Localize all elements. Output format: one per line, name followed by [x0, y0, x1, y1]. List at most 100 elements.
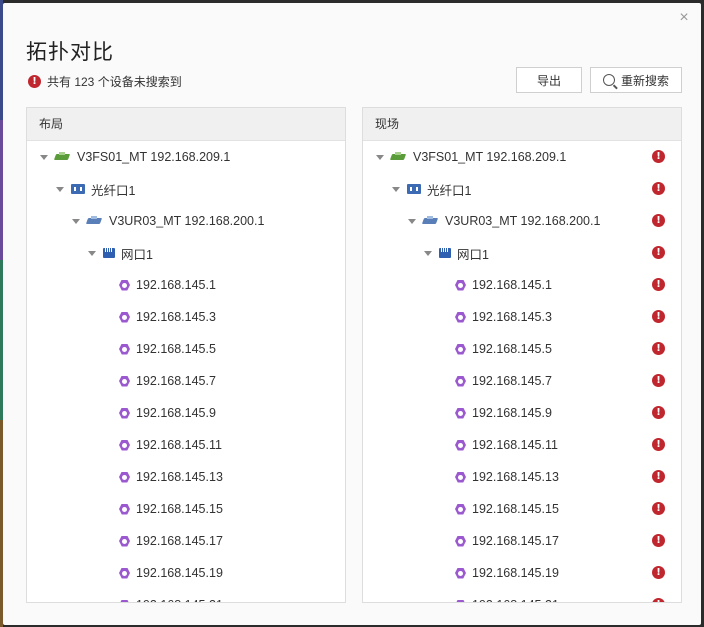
expand-caret-icon[interactable]: [87, 248, 97, 258]
tree-node-label: 192.168.145.5: [136, 342, 216, 356]
tree-node[interactable]: 192.168.145.13: [27, 461, 345, 493]
tree-node-label: 192.168.145.11: [136, 438, 222, 452]
tree-node[interactable]: 192.168.145.17: [27, 525, 345, 557]
tree-node[interactable]: 网口1: [27, 237, 345, 269]
expand-caret-icon[interactable]: [375, 152, 385, 162]
tree-node[interactable]: 192.168.145.9: [27, 397, 345, 429]
tree-node[interactable]: 192.168.145.1!: [363, 269, 681, 301]
not-found-error-icon: !: [652, 182, 665, 195]
layout-tree[interactable]: V3FS01_MT 192.168.209.1 光纤口1 V3UR03_MT 192…: [27, 141, 345, 602]
search-icon: [602, 74, 615, 86]
tree-node-label: 192.168.145.7: [472, 374, 552, 388]
tree-node[interactable]: V3FS01_MT 192.168.209.1: [27, 141, 345, 173]
expand-caret-icon[interactable]: [55, 184, 65, 194]
tree-node[interactable]: 网口1!: [363, 237, 681, 269]
tree-node[interactable]: 光纤口1: [27, 173, 345, 205]
ip-device-icon: [455, 343, 466, 355]
tree-node[interactable]: 192.168.145.5!: [363, 333, 681, 365]
tree-node-label: 192.168.145.3: [472, 310, 552, 324]
tree-node[interactable]: 192.168.145.17!: [363, 525, 681, 557]
switch-green-icon: [55, 152, 71, 162]
tree-node-label: V3UR03_MT 192.168.200.1: [445, 214, 601, 228]
not-found-error-icon: !: [652, 246, 665, 259]
layout-panel: 布局 V3FS01_MT 192.168.209.1 光纤口1 V3UR03_MT …: [26, 107, 346, 603]
tree-node-label: 192.168.145.9: [472, 406, 552, 420]
not-found-error-icon: !: [652, 470, 665, 483]
tree-node[interactable]: 192.168.145.21!: [363, 589, 681, 602]
error-icon: !: [28, 75, 41, 88]
tree-node[interactable]: 192.168.145.3: [27, 301, 345, 333]
tree-node-label: 192.168.145.19: [136, 566, 223, 580]
tree-node[interactable]: V3UR03_MT 192.168.200.1: [27, 205, 345, 237]
expand-caret-icon[interactable]: [71, 216, 81, 226]
ip-device-icon: [119, 439, 130, 451]
not-found-error-icon: !: [652, 438, 665, 451]
not-found-error-icon: !: [652, 502, 665, 515]
ip-device-icon: [119, 407, 130, 419]
tree-node-label: 192.168.145.21: [472, 598, 559, 602]
tree-node[interactable]: V3FS01_MT 192.168.209.1!: [363, 141, 681, 173]
switch-green-icon: [391, 152, 407, 162]
tree-node-label: 192.168.145.15: [472, 502, 559, 516]
research-button-label: 重新搜索: [620, 73, 669, 88]
tree-node[interactable]: 192.168.145.15!: [363, 493, 681, 525]
tree-node-label: 192.168.145.11: [472, 438, 558, 452]
expand-caret-icon[interactable]: [423, 248, 433, 258]
tree-node[interactable]: 192.168.145.7!: [363, 365, 681, 397]
tree-node[interactable]: 192.168.145.11!: [363, 429, 681, 461]
ip-device-icon: [455, 439, 466, 451]
tree-node-label: 光纤口1: [91, 183, 136, 198]
tree-node[interactable]: 192.168.145.3!: [363, 301, 681, 333]
export-button-label: 导出: [536, 73, 561, 88]
tree-node-label: 192.168.145.13: [472, 470, 559, 484]
tree-node-label: 192.168.145.3: [136, 310, 216, 324]
tree-node-label: 192.168.145.7: [136, 374, 216, 388]
ip-device-icon: [455, 311, 466, 323]
fiber-port-icon: [71, 184, 85, 194]
ip-device-icon: [119, 567, 130, 579]
close-icon[interactable]: ×: [675, 9, 693, 27]
not-found-error-icon: !: [652, 214, 665, 227]
ip-device-icon: [455, 599, 466, 602]
tree-node[interactable]: 192.168.145.7: [27, 365, 345, 397]
tree-node-label: 192.168.145.5: [472, 342, 552, 356]
tree-node[interactable]: 192.168.145.11: [27, 429, 345, 461]
expand-caret-icon[interactable]: [391, 184, 401, 194]
not-found-error-icon: !: [652, 342, 665, 355]
dialog-title: 拓扑对比: [26, 41, 114, 64]
export-button[interactable]: 导出: [516, 67, 582, 93]
tree-node[interactable]: 192.168.145.21: [27, 589, 345, 602]
tree-node[interactable]: V3UR03_MT 192.168.200.1!: [363, 205, 681, 237]
tree-node-label: 192.168.145.1: [472, 278, 552, 292]
not-found-error-icon: !: [652, 566, 665, 579]
not-found-error-icon: !: [652, 150, 665, 163]
ip-device-icon: [119, 503, 130, 515]
not-found-error-icon: !: [652, 310, 665, 323]
ip-device-icon: [119, 471, 130, 483]
tree-node-label: 网口1: [457, 247, 489, 262]
expand-caret-icon[interactable]: [407, 216, 417, 226]
ip-device-icon: [119, 599, 130, 602]
research-button[interactable]: 重新搜索: [590, 67, 682, 93]
ip-device-icon: [119, 311, 130, 323]
tree-node[interactable]: 192.168.145.9!: [363, 397, 681, 429]
tree-node[interactable]: 192.168.145.15: [27, 493, 345, 525]
tree-node[interactable]: 192.168.145.1: [27, 269, 345, 301]
ip-device-icon: [119, 343, 130, 355]
ip-device-icon: [455, 279, 466, 291]
field-tree[interactable]: V3FS01_MT 192.168.209.1! 光纤口1! V3UR03_MT 1…: [363, 141, 681, 602]
tree-node[interactable]: 192.168.145.19!: [363, 557, 681, 589]
tree-node-label: V3FS01_MT 192.168.209.1: [413, 150, 567, 164]
expand-caret-icon[interactable]: [39, 152, 49, 162]
not-found-error-icon: !: [652, 374, 665, 387]
tree-node-label: 192.168.145.9: [136, 406, 216, 420]
tree-node[interactable]: 192.168.145.13!: [363, 461, 681, 493]
tree-node[interactable]: 192.168.145.5: [27, 333, 345, 365]
tree-node[interactable]: 光纤口1!: [363, 173, 681, 205]
ip-device-icon: [455, 567, 466, 579]
tree-node[interactable]: 192.168.145.19: [27, 557, 345, 589]
tree-node-label: 192.168.145.15: [136, 502, 223, 516]
ip-device-icon: [455, 407, 466, 419]
tree-node-label: 光纤口1: [427, 183, 472, 198]
field-panel-header: 现场: [363, 108, 681, 141]
